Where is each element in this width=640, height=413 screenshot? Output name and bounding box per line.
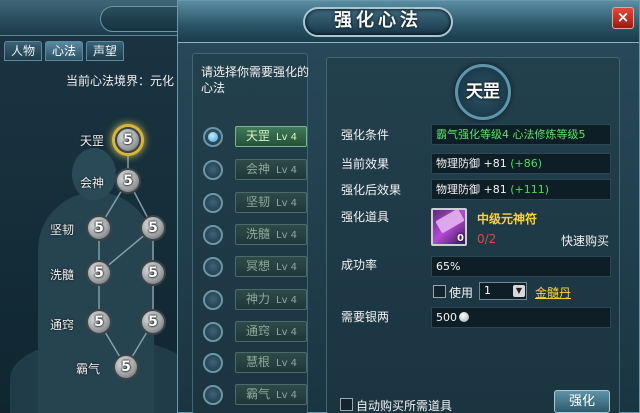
radio-button[interactable] <box>203 322 223 342</box>
item-name: 洗髓 <box>246 227 271 241</box>
item-name: 霸气 <box>246 387 271 401</box>
jinsuidan-link[interactable]: 金髓丹 <box>535 284 571 301</box>
current-bonus: (+86) <box>510 157 543 170</box>
character-window: 人物 心法 声望 当前心法境界：元化 5 天罡 5 会神 5 坚韧 5 5 洗髓… <box>0 0 205 413</box>
after-effect-label: 强化后效果 <box>341 183 402 197</box>
xinfa-item-tiangang[interactable]: 天罡 Lv 4 <box>235 126 307 147</box>
xinfa-item-huigen[interactable]: 慧根 Lv 4 <box>235 352 307 373</box>
use-label: 使用 <box>449 286 474 300</box>
auto-buy-checkbox[interactable] <box>340 398 353 411</box>
list-item: 慧根 Lv 4 <box>193 350 309 376</box>
after-bonus: (+111) <box>510 183 550 196</box>
node-right-1[interactable]: 5 <box>140 215 166 241</box>
use-item-checkbox[interactable] <box>433 285 446 298</box>
silver-coin-icon <box>459 312 469 322</box>
current-stat: 物理防御 +81 <box>436 157 507 170</box>
talisman-icon[interactable]: 0 <box>431 208 467 246</box>
close-button[interactable]: × <box>612 7 634 29</box>
condition-label: 强化条件 <box>341 128 390 142</box>
item-level: Lv 4 <box>276 230 298 241</box>
current-effect-value: 物理防御 +81 (+86) <box>431 153 611 174</box>
item-name: 天罡 <box>246 129 271 143</box>
item-label: 强化道具 <box>341 210 390 224</box>
item-level: Lv 4 <box>276 262 298 273</box>
xinfa-emblem: 天罡 <box>466 82 500 102</box>
node-label: 坚韧 <box>50 223 75 237</box>
node-tiangang[interactable]: 5 <box>115 127 141 153</box>
radio-button[interactable] <box>203 385 223 405</box>
node-label: 会神 <box>80 176 105 190</box>
strengthen-button[interactable]: 强化 <box>554 390 610 413</box>
detail-panel: 天罡 强化条件 霸气强化等级4 心法修炼等级5 当前效果 物理防御 +81 (+… <box>326 57 620 413</box>
item-name: 坚韧 <box>246 195 271 209</box>
item-name: 通窍 <box>246 324 271 338</box>
list-item: 洗髓 Lv 4 <box>193 222 309 248</box>
node-huishen[interactable]: 5 <box>115 168 141 194</box>
node-label: 天罡 <box>80 134 105 148</box>
list-item: 霸气 Lv 4 <box>193 382 309 408</box>
xinfa-item-shenli[interactable]: 神力 Lv 4 <box>235 289 307 310</box>
item-name: 冥想 <box>246 259 271 273</box>
meridian-lines <box>98 140 154 368</box>
list-item: 会神 Lv 4 <box>193 157 309 183</box>
list-item: 坚韧 Lv 4 <box>193 190 309 216</box>
node-right-3[interactable]: 5 <box>140 309 166 335</box>
node-label: 霸气 <box>76 362 101 376</box>
quick-buy-button[interactable]: 快速购买 <box>561 232 609 249</box>
condition-value: 霸气强化等级4 心法修炼等级5 <box>431 124 611 145</box>
silver-amount: 500 <box>436 311 457 324</box>
xinfa-item-jianren[interactable]: 坚韧 Lv 4 <box>235 192 307 213</box>
radio-button[interactable] <box>203 290 223 310</box>
node-baqi[interactable]: 5 <box>113 354 139 380</box>
select-prompt: 请选择你需要强化的心法 <box>201 65 310 95</box>
item-name: 会神 <box>246 162 271 176</box>
radio-button[interactable] <box>203 257 223 277</box>
node-xisui[interactable]: 5 <box>86 260 112 286</box>
xinfa-item-mingxiang[interactable]: 冥想 Lv 4 <box>235 256 307 277</box>
xinfa-item-xisui[interactable]: 洗髓 Lv 4 <box>235 224 307 245</box>
item-name: 慧根 <box>246 355 271 369</box>
after-effect-value: 物理防御 +81 (+111) <box>431 179 611 200</box>
dropdown-arrow-icon[interactable]: ▼ <box>513 285 525 297</box>
item-level: Lv 4 <box>276 327 298 338</box>
strengthen-xinfa-dialog: 强化心法 × 请选择你需要强化的心法 天罡 Lv 4 会神 Lv 4 坚韧 Lv 4 … <box>177 0 640 413</box>
node-jianren[interactable]: 5 <box>86 215 112 241</box>
item-level: Lv 4 <box>276 358 298 369</box>
item-count: 0 <box>457 233 464 244</box>
node-tongqiao[interactable]: 5 <box>86 309 112 335</box>
radio-button[interactable] <box>203 353 223 373</box>
item-level: Lv 4 <box>276 165 298 176</box>
success-rate-value: 65% <box>431 256 611 277</box>
radio-button[interactable] <box>203 225 223 245</box>
item-level: Lv 4 <box>276 132 298 143</box>
xinfa-item-tongqiao[interactable]: 通窍 Lv 4 <box>235 321 307 342</box>
radio-button[interactable] <box>203 193 223 213</box>
list-item: 天罡 Lv 4 <box>193 124 309 150</box>
xinfa-item-baqi[interactable]: 霸气 Lv 4 <box>235 384 307 405</box>
auto-buy-label: 自动购买所需道具 <box>356 399 453 413</box>
after-stat: 物理防御 +81 <box>436 183 507 196</box>
list-item: 冥想 Lv 4 <box>193 254 309 280</box>
item-name: 神力 <box>246 292 271 306</box>
silver-value: 500 <box>431 307 611 328</box>
silver-label: 需要银两 <box>341 310 390 324</box>
node-label: 洗髓 <box>50 268 75 282</box>
item-name: 中级元神符 <box>477 212 538 226</box>
success-rate-label: 成功率 <box>341 258 378 272</box>
xinfa-item-huishen[interactable]: 会神 Lv 4 <box>235 159 307 180</box>
dialog-title: 强化心法 <box>334 10 422 31</box>
current-effect-label: 当前效果 <box>341 157 390 171</box>
item-level: Lv 4 <box>276 198 298 209</box>
item-quantity: 0/2 <box>477 232 497 246</box>
radio-button[interactable] <box>203 127 223 147</box>
item-level: Lv 4 <box>276 295 298 306</box>
radio-button[interactable] <box>203 160 223 180</box>
item-level: Lv 4 <box>276 390 298 401</box>
node-right-2[interactable]: 5 <box>140 260 166 286</box>
xinfa-list-panel: 请选择你需要强化的心法 天罡 Lv 4 会神 Lv 4 坚韧 Lv 4 洗髓 Lv 4 … <box>192 53 310 413</box>
list-item: 神力 Lv 4 <box>193 287 309 313</box>
node-label: 通窍 <box>50 318 75 332</box>
list-item: 通窍 Lv 4 <box>193 319 309 345</box>
talisman-scroll-graphic <box>435 208 465 234</box>
